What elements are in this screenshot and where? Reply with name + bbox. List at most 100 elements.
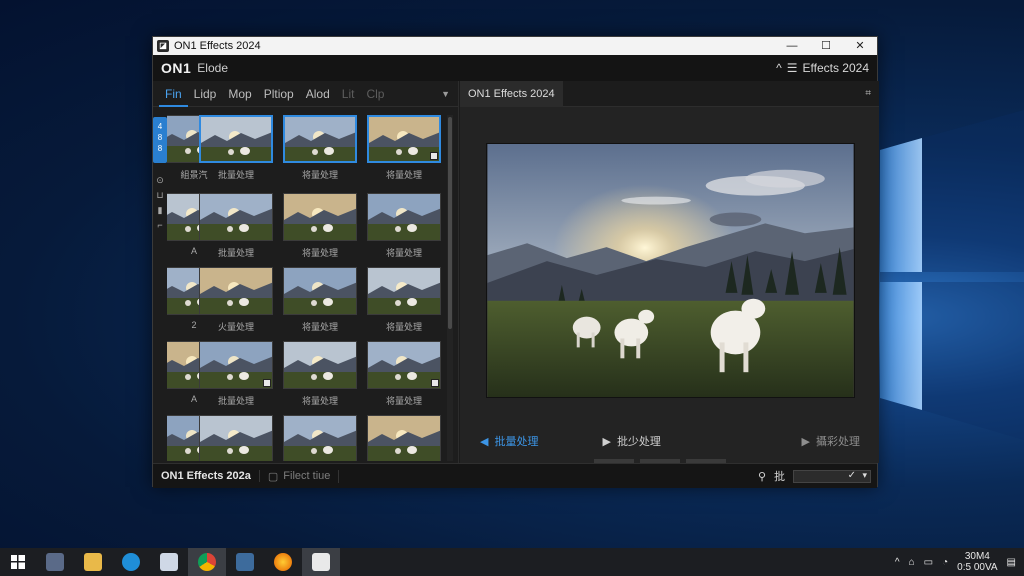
thumbnail-label: 火量处理 bbox=[217, 322, 254, 332]
module-switcher[interactable]: ^ ☰ Effects 2024 bbox=[776, 61, 869, 75]
thumbnail-label: 将量处理 bbox=[301, 248, 338, 258]
taskbar-edge-app[interactable] bbox=[112, 548, 150, 576]
scrollbar-thumb[interactable] bbox=[448, 117, 452, 329]
thumbnail-image bbox=[199, 193, 273, 241]
system-tray: ^ ⌂ ▭ ◔ 30M4 0:5 00VA ▤ bbox=[895, 551, 1016, 573]
tab-5[interactable]: Lit bbox=[336, 81, 361, 107]
notification-icon[interactable]: ▤ bbox=[1007, 557, 1016, 568]
tab-4[interactable]: Alod bbox=[300, 81, 336, 107]
thumbnail-label: 将量处理 bbox=[385, 396, 422, 406]
favorite-marker-icon[interactable] bbox=[263, 379, 271, 387]
status-app-label: ON1 Effects 202a bbox=[161, 470, 260, 482]
preset-thumbnail[interactable]: 将量处理 bbox=[367, 193, 441, 258]
brush-icon[interactable]: ⚲ bbox=[758, 470, 766, 483]
thumbnail-label: 将量处理 bbox=[301, 170, 338, 180]
preset-thumbnail[interactable]: 将量处理 bbox=[367, 267, 441, 332]
tabs-menu-chevron-icon[interactable]: ▼ bbox=[441, 89, 450, 99]
thumbnail-image bbox=[283, 267, 357, 315]
app-icon: ◪ bbox=[157, 40, 169, 52]
thumbnail-label: 批量处理 bbox=[217, 170, 254, 180]
preset-thumbnail[interactable]: 将量处理 bbox=[367, 341, 441, 406]
tab-0[interactable]: Fin bbox=[159, 81, 188, 107]
taskbar-snip-app[interactable] bbox=[150, 548, 188, 576]
side-toolstrip: 488 ⊙ ⊔ ▮ ⌐ bbox=[153, 117, 167, 233]
thumbnail-label: 将量处理 bbox=[385, 322, 422, 332]
thumbnail-image bbox=[367, 341, 441, 389]
preset-thumbnail[interactable]: 火量处理 bbox=[199, 267, 273, 332]
taskbar: ^ ⌂ ▭ ◔ 30M4 0:5 00VA ▤ bbox=[0, 548, 1024, 576]
preset-thumbnail[interactable] bbox=[283, 415, 357, 461]
taskbar-firefox-app[interactable] bbox=[264, 548, 302, 576]
next-button[interactable]: ▶ 攝彩处理 bbox=[802, 433, 860, 449]
app-icon bbox=[236, 553, 254, 571]
crop-icon[interactable]: ⌐ bbox=[153, 218, 167, 233]
taskbar-tools-app[interactable] bbox=[36, 548, 74, 576]
preset-thumbnail[interactable]: 批量处理 bbox=[199, 115, 273, 180]
zoom-field[interactable]: ✓ ▾ bbox=[793, 469, 871, 483]
compare-icon[interactable]: ⊔ bbox=[153, 188, 167, 203]
thumbnail-image bbox=[367, 415, 441, 461]
tab-3[interactable]: Pltiop bbox=[258, 81, 300, 107]
preset-thumbnail[interactable]: 批量处理 bbox=[199, 341, 273, 406]
keyboard-icon[interactable]: ▭ bbox=[924, 557, 933, 568]
preview-panel: ON1 Effects 2024 ⌗ ◀ 批量处理 ▶ 批少处理 ▶ 攝彩处理 bbox=[460, 80, 879, 463]
tab-preview[interactable]: ON1 Effects 2024 bbox=[460, 80, 563, 107]
taskbar-chrome-app[interactable] bbox=[188, 548, 226, 576]
chrome-icon bbox=[198, 553, 216, 571]
start-button[interactable] bbox=[0, 548, 36, 576]
layers-toggle[interactable]: 488 bbox=[153, 117, 167, 163]
preset-thumbnail[interactable]: 将量处理 bbox=[283, 267, 357, 332]
preset-thumbnail[interactable]: 将量处理 bbox=[283, 341, 357, 406]
thumbnail-image bbox=[283, 115, 357, 163]
favorite-marker-icon[interactable] bbox=[431, 379, 439, 387]
thumbnail-image bbox=[199, 415, 273, 461]
mode-label[interactable]: Elode bbox=[197, 61, 228, 75]
thumbnail-label: 批量处理 bbox=[217, 396, 254, 406]
thumbnail-image bbox=[283, 341, 357, 389]
preset-thumbnail[interactable]: 将量处理 bbox=[367, 115, 441, 180]
filter-field[interactable]: ▢ Filect tiue bbox=[268, 469, 340, 483]
network-icon[interactable]: ⌂ bbox=[909, 557, 915, 568]
thumbnail-image bbox=[199, 115, 273, 163]
app-logo: ON1 bbox=[161, 60, 192, 76]
split-icon[interactable]: ▮ bbox=[153, 203, 167, 218]
thumbnail-label: 批量处理 bbox=[217, 248, 254, 258]
thumbnail-label: 将量处理 bbox=[385, 248, 422, 258]
tray-expand-icon[interactable]: ^ bbox=[895, 557, 900, 568]
favorite-marker-icon[interactable] bbox=[430, 152, 438, 160]
taskbar-app[interactable] bbox=[226, 548, 264, 576]
confirm-icon[interactable]: ✓ bbox=[848, 470, 856, 481]
maximize-button[interactable]: ☐ bbox=[809, 37, 843, 55]
preset-thumbnail[interactable] bbox=[367, 415, 441, 461]
pin-icon[interactable]: ⌗ bbox=[865, 88, 871, 99]
app-window: ◪ ON1 Effects 2024 — ☐ ✕ ON1 Elode ^ ☰ E… bbox=[152, 36, 879, 488]
clock-time: 30M4 bbox=[964, 551, 990, 562]
taskbar-on1-app[interactable] bbox=[302, 548, 340, 576]
tab-1[interactable]: Lidp bbox=[188, 81, 223, 107]
next-label: 攝彩处理 bbox=[816, 436, 860, 448]
snip-icon bbox=[160, 553, 178, 571]
tab-2[interactable]: Mop bbox=[222, 81, 257, 107]
prev-button[interactable]: ◀ 批量处理 bbox=[480, 433, 538, 449]
chevron-down-icon[interactable]: ▾ bbox=[862, 470, 867, 481]
minimize-button[interactable]: — bbox=[775, 37, 809, 55]
play-button[interactable]: ▶ 批少处理 bbox=[602, 433, 660, 449]
play-label: 批少处理 bbox=[616, 436, 661, 448]
clock[interactable]: 30M4 0:5 00VA bbox=[957, 551, 997, 573]
volume-icon[interactable]: ◔ bbox=[942, 557, 948, 568]
taskbar-explorer-app[interactable] bbox=[74, 548, 112, 576]
preset-thumbnail[interactable]: 将量处理 bbox=[283, 115, 357, 180]
tab-6[interactable]: Clp bbox=[360, 81, 390, 107]
preview-image[interactable] bbox=[486, 143, 855, 398]
preset-thumbnail[interactable]: 批量处理 bbox=[199, 193, 273, 258]
preset-thumbnail[interactable]: 将量处理 bbox=[283, 193, 357, 258]
close-button[interactable]: ✕ bbox=[843, 37, 877, 55]
preset-thumbnail[interactable] bbox=[199, 415, 273, 461]
view-icon[interactable]: ⊙ bbox=[153, 173, 167, 188]
next-icon: ▶ bbox=[801, 435, 810, 448]
thumbnail-image bbox=[367, 193, 441, 241]
thumbnail-image bbox=[367, 115, 441, 163]
grid-scrollbar[interactable] bbox=[447, 115, 453, 461]
window-titlebar[interactable]: ◪ ON1 Effects 2024 — ☐ ✕ bbox=[153, 37, 877, 55]
thumbnail-label: 将量处理 bbox=[385, 170, 422, 180]
